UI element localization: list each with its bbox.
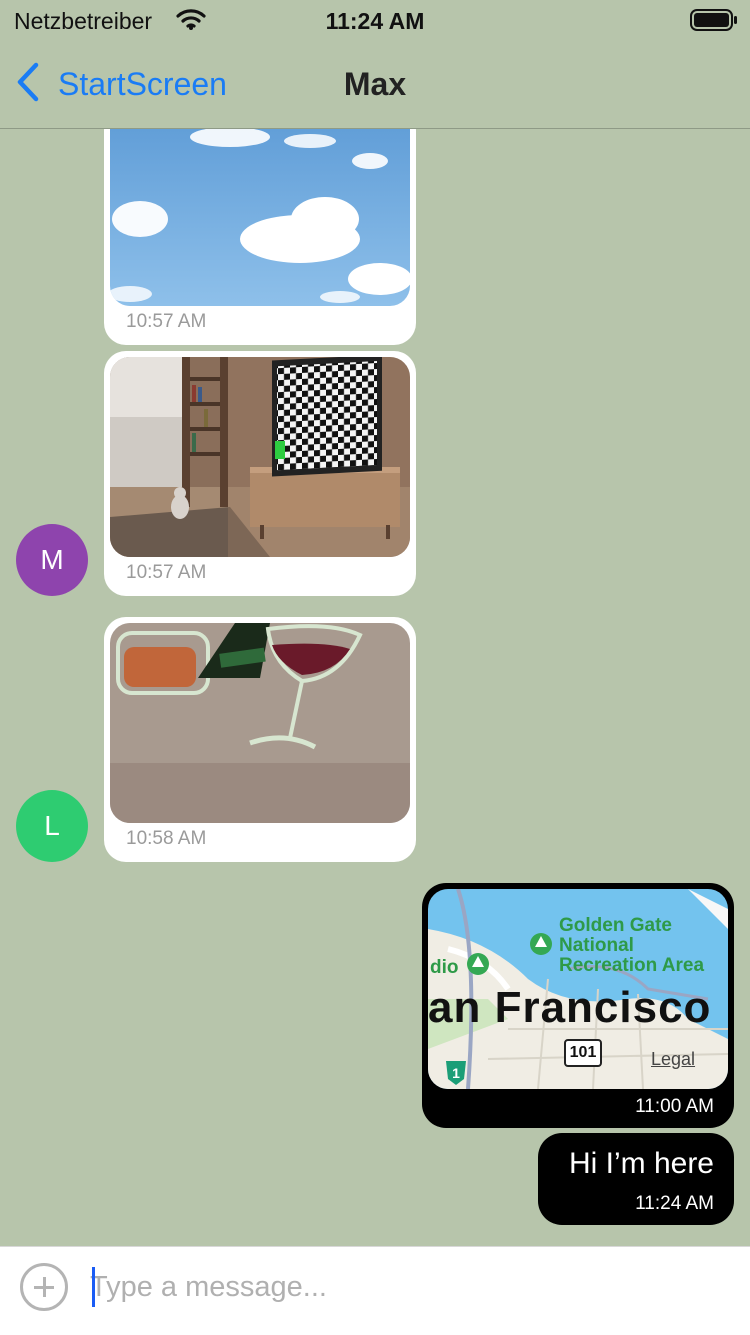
- message-list[interactable]: 10:57 AM 10:57 AM M 10:58 AM L Golden Ga…: [0, 129, 750, 1245]
- message-bubble[interactable]: 10:58 AM: [104, 617, 416, 862]
- highway-shield-label: 101: [564, 1039, 602, 1067]
- avatar-initial: L: [44, 810, 60, 841]
- text-caret: [92, 1267, 95, 1307]
- timestamp: 10:57 AM: [126, 311, 207, 332]
- timestamp: 11:24 AM: [635, 1193, 714, 1214]
- image-sky-with-clouds[interactable]: [110, 129, 410, 306]
- navigation-bar: StartScreen Max: [0, 40, 750, 129]
- image-room-with-checkerboard-tv[interactable]: [110, 357, 410, 557]
- map-label: Golden Gate National Recreation Area: [559, 915, 705, 976]
- timestamp: 10:57 AM: [126, 562, 207, 583]
- message-input[interactable]: [90, 1265, 710, 1309]
- page-title: Max: [343, 66, 407, 102]
- avatar[interactable]: L: [16, 790, 88, 862]
- status-bar: Netzbetreiber 11:24 AM: [0, 0, 750, 40]
- text-message-bubble[interactable]: Hi I’m here 11:24 AM: [538, 1133, 734, 1225]
- message-bubble[interactable]: 10:57 AM: [104, 129, 416, 345]
- message-composer: [0, 1246, 750, 1335]
- message-text: Hi I’m here: [568, 1147, 714, 1180]
- battery-icon: [690, 9, 738, 36]
- message-bubble[interactable]: 10:57 AM: [104, 351, 416, 596]
- map-city-label: an Francisco: [428, 983, 712, 1032]
- map-legal-link[interactable]: Legal: [651, 1049, 695, 1070]
- route-marker-label: 1: [452, 1065, 460, 1081]
- map-label: dio: [430, 957, 459, 978]
- timestamp: 10:58 AM: [126, 828, 207, 849]
- map-view[interactable]: Golden Gate National Recreation Area dio…: [428, 889, 728, 1089]
- avatar-initial: M: [40, 544, 64, 575]
- plus-circle-icon[interactable]: [20, 1263, 68, 1311]
- image-wine-glass-drawing[interactable]: [110, 623, 410, 823]
- location-message-bubble[interactable]: Golden Gate National Recreation Area dio…: [422, 883, 734, 1128]
- clock: 11:24 AM: [325, 8, 425, 34]
- timestamp: 11:00 AM: [635, 1096, 714, 1117]
- avatar[interactable]: M: [16, 524, 88, 596]
